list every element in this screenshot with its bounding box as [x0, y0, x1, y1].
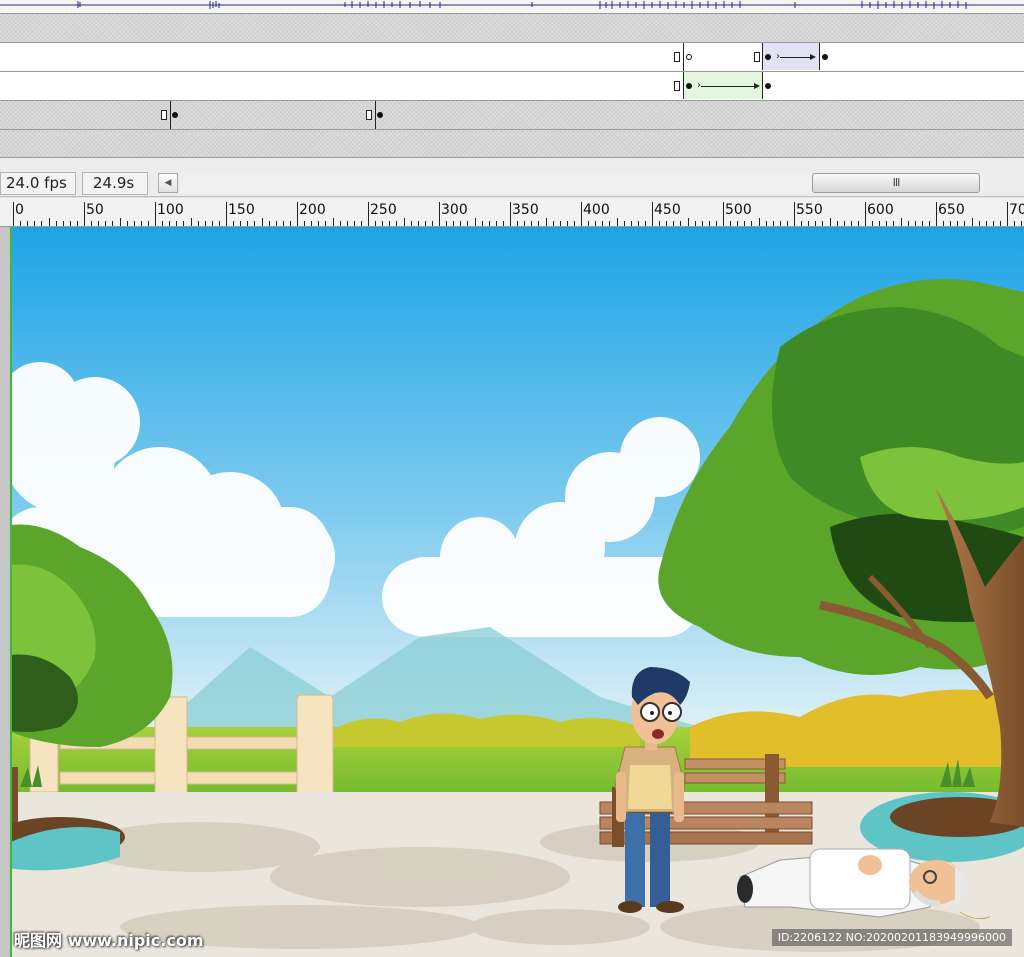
ruler-label: 100 — [157, 202, 184, 218]
animation-editor: › › 24.0 fps 24.9s ◀ III 0 50 100 150 20… — [0, 0, 1024, 957]
keyframe-rect-icon[interactable] — [674, 52, 680, 62]
waveform-graphic — [0, 1, 1024, 9]
keyframe-dot-icon[interactable] — [822, 54, 828, 60]
keyframe-rect-icon[interactable] — [754, 52, 760, 62]
ruler-label: 500 — [725, 202, 752, 218]
ruler-label: 350 — [512, 202, 539, 218]
ruler-label: 50 — [86, 202, 104, 218]
keyframe-rect-icon[interactable] — [366, 110, 372, 120]
stage-canvas[interactable]: 昵图网 www.nipic.com ID:2206122 NO:20200201… — [0, 227, 1024, 957]
keyframe-dot-icon[interactable] — [172, 112, 178, 118]
ruler-label: 550 — [796, 202, 823, 218]
scrollbar-thumb[interactable]: III — [812, 173, 980, 193]
timeline-track-4[interactable] — [0, 101, 1024, 130]
tween-arrow-icon — [754, 83, 760, 89]
empty-keyframe-icon[interactable] — [686, 54, 692, 60]
elapsed-time-display: 24.9s — [82, 172, 148, 195]
ruler-label: 200 — [299, 202, 326, 218]
ruler-label: 400 — [583, 202, 610, 218]
ruler-label: 250 — [370, 202, 397, 218]
keyframe-rect-icon[interactable] — [161, 110, 167, 120]
ruler-label: 650 — [938, 202, 965, 218]
ruler-label: 300 — [441, 202, 468, 218]
frame-divider — [170, 101, 171, 129]
frame-divider — [375, 101, 376, 129]
ruler-label: 450 — [654, 202, 681, 218]
stage-left-edge — [0, 227, 12, 957]
keyframe-dot-icon[interactable] — [765, 54, 771, 60]
watermark-site: 昵图网 www.nipic.com — [14, 931, 204, 950]
timeline-track-5[interactable] — [0, 130, 1024, 158]
frame-rate-display[interactable]: 24.0 fps — [0, 172, 76, 195]
timeline-track-2[interactable]: › — [0, 43, 1024, 72]
tween-arrow-icon — [810, 54, 816, 60]
tween-arrow-line — [780, 57, 810, 58]
keyframe-rect-icon[interactable] — [674, 81, 680, 91]
watermark-image-id: ID:2206122 NO:20200201183949996000 — [771, 929, 1012, 946]
timeline-track-1[interactable] — [0, 14, 1024, 43]
keyframe-dot-icon[interactable] — [377, 112, 383, 118]
park-scene — [0, 227, 1024, 957]
audio-waveform-track[interactable] — [0, 0, 1024, 14]
timeline-bottom-gap — [0, 158, 1024, 170]
keyframe-dot-icon[interactable] — [686, 83, 692, 89]
ruler-label: 150 — [228, 202, 255, 218]
ruler-label: 600 — [867, 202, 894, 218]
frame-divider — [683, 43, 684, 71]
ruler-label: 70 — [1009, 202, 1024, 218]
timeline-status-bar: 24.0 fps 24.9s ◀ III — [0, 170, 1024, 197]
tween-arrow-line — [701, 86, 754, 87]
timeline-track-3[interactable]: › — [0, 72, 1024, 101]
triangle-left-icon[interactable]: ◀ — [158, 173, 178, 193]
ruler-label: 0 — [15, 202, 24, 218]
horizontal-ruler[interactable]: 0 50 100 150 200 250 300 350 400 450 500… — [0, 198, 1024, 227]
timeline-panel: › › — [0, 0, 1024, 170]
keyframe-dot-icon[interactable] — [765, 83, 771, 89]
